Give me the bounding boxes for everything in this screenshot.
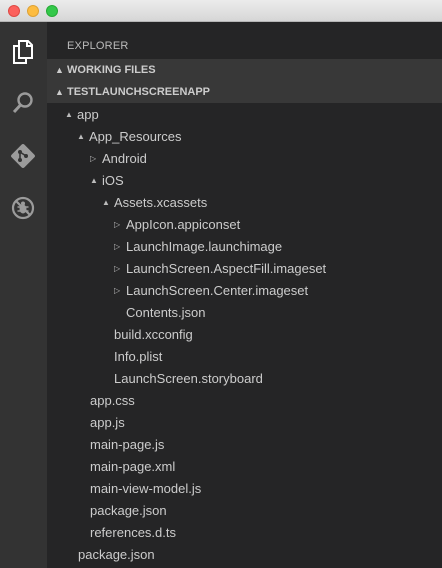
tree-item-label: LaunchScreen.Center.imageset [126,282,309,298]
tree-file-main-page-js[interactable]: main-page.js [47,433,442,455]
collapsed-arrow-icon: ▷ [114,219,121,229]
tree-item-label: Android [102,150,147,166]
tree-item-label: app [77,106,99,122]
tree-item-label: App_Resources [89,128,182,144]
tree-file-build-xcconfig[interactable]: build.xcconfig [47,323,442,345]
tree-file-info-plist[interactable]: Info.plist [47,345,442,367]
collapsed-arrow-icon: ▷ [114,285,121,295]
tree-folder-app-resources[interactable]: ▲ App_Resources [47,125,442,147]
expanded-arrow-icon: ▲ [90,175,98,185]
tree-folder-appicon[interactable]: ▷ AppIcon.appiconset [47,213,442,235]
tree-item-label: package.json [78,546,155,562]
tree-item-label: AppIcon.appiconset [126,216,241,232]
expanded-arrow-icon: ▲ [102,197,110,207]
collapsed-arrow-icon: ▷ [114,241,121,251]
close-window-button[interactable] [8,5,20,17]
tree-item-label: LaunchImage.launchimage [126,238,283,254]
tree-folder-launchimage[interactable]: ▷ LaunchImage.launchimage [47,235,442,257]
tree-item-label: app.css [90,392,135,408]
tree-folder-ios[interactable]: ▲ iOS [47,169,442,191]
window-titlebar [0,0,442,22]
project-header[interactable]: ▲ TESTLAUNCHSCREENAPP [47,81,442,103]
project-label: TESTLAUNCHSCREENAPP [67,86,211,98]
tree-item-label: LaunchScreen.AspectFill.imageset [126,260,327,276]
collapsed-arrow-icon: ▷ [90,153,97,163]
minimize-window-button[interactable] [27,5,39,17]
tree-folder-launchscreen-aspectfill[interactable]: ▷ LaunchScreen.AspectFill.imageset [47,257,442,279]
tree-file-main-view-model-js[interactable]: main-view-model.js [47,477,442,499]
tree-item-label: main-page.xml [90,458,176,474]
tree-file-contents-json[interactable]: Contents.json [47,301,442,323]
tree-item-label: LaunchScreen.storyboard [114,370,263,386]
tree-item-label: build.xcconfig [114,326,193,342]
explorer-title: EXPLORER [67,40,129,52]
debug-icon[interactable] [6,191,40,225]
collapse-arrow-icon: ▲ [55,87,64,97]
tree-item-label: iOS [102,172,124,188]
tree-item-label: app.js [90,414,125,430]
tree-folder-app[interactable]: ▲ app [47,103,442,125]
activity-bar [0,22,47,568]
collapse-arrow-icon: ▲ [55,65,64,75]
tree-file-main-page-xml[interactable]: main-page.xml [47,455,442,477]
git-icon[interactable] [6,139,40,173]
tree-item-label: main-page.js [90,436,165,452]
tree-item-label: references.d.ts [90,524,176,540]
tree-item-label: main-view-model.js [90,480,202,496]
tree-item-label: package.json [90,502,167,518]
expanded-arrow-icon: ▲ [77,131,85,141]
tree-folder-android[interactable]: ▷ Android [47,147,442,169]
tree-file-app-package-json[interactable]: package.json [47,499,442,521]
maximize-window-button[interactable] [46,5,58,17]
tree-folder-assets-xcassets[interactable]: ▲ Assets.xcassets [47,191,442,213]
tree-item-label: Info.plist [114,348,163,364]
tree-file-root-package-json[interactable]: package.json [47,543,442,565]
tree-file-launchscreen-storyboard[interactable]: LaunchScreen.storyboard [47,367,442,389]
collapsed-arrow-icon: ▷ [114,263,121,273]
files-icon[interactable] [6,35,40,69]
tree-file-references-d-ts[interactable]: references.d.ts [47,521,442,543]
expanded-arrow-icon: ▲ [65,109,73,119]
tree-item-label: Contents.json [126,304,206,320]
explorer-sidebar: EXPLORER ▲ WORKING FILES ▲ TESTLAUNCHSCR… [47,22,442,568]
tree-item-label: Assets.xcassets [114,194,208,210]
tree-file-app-css[interactable]: app.css [47,389,442,411]
working-files-label: WORKING FILES [67,64,156,76]
tree-folder-launchscreen-center[interactable]: ▷ LaunchScreen.Center.imageset [47,279,442,301]
search-icon[interactable] [6,87,40,121]
tree-file-app-js[interactable]: app.js [47,411,442,433]
working-files-header[interactable]: ▲ WORKING FILES [47,59,442,81]
